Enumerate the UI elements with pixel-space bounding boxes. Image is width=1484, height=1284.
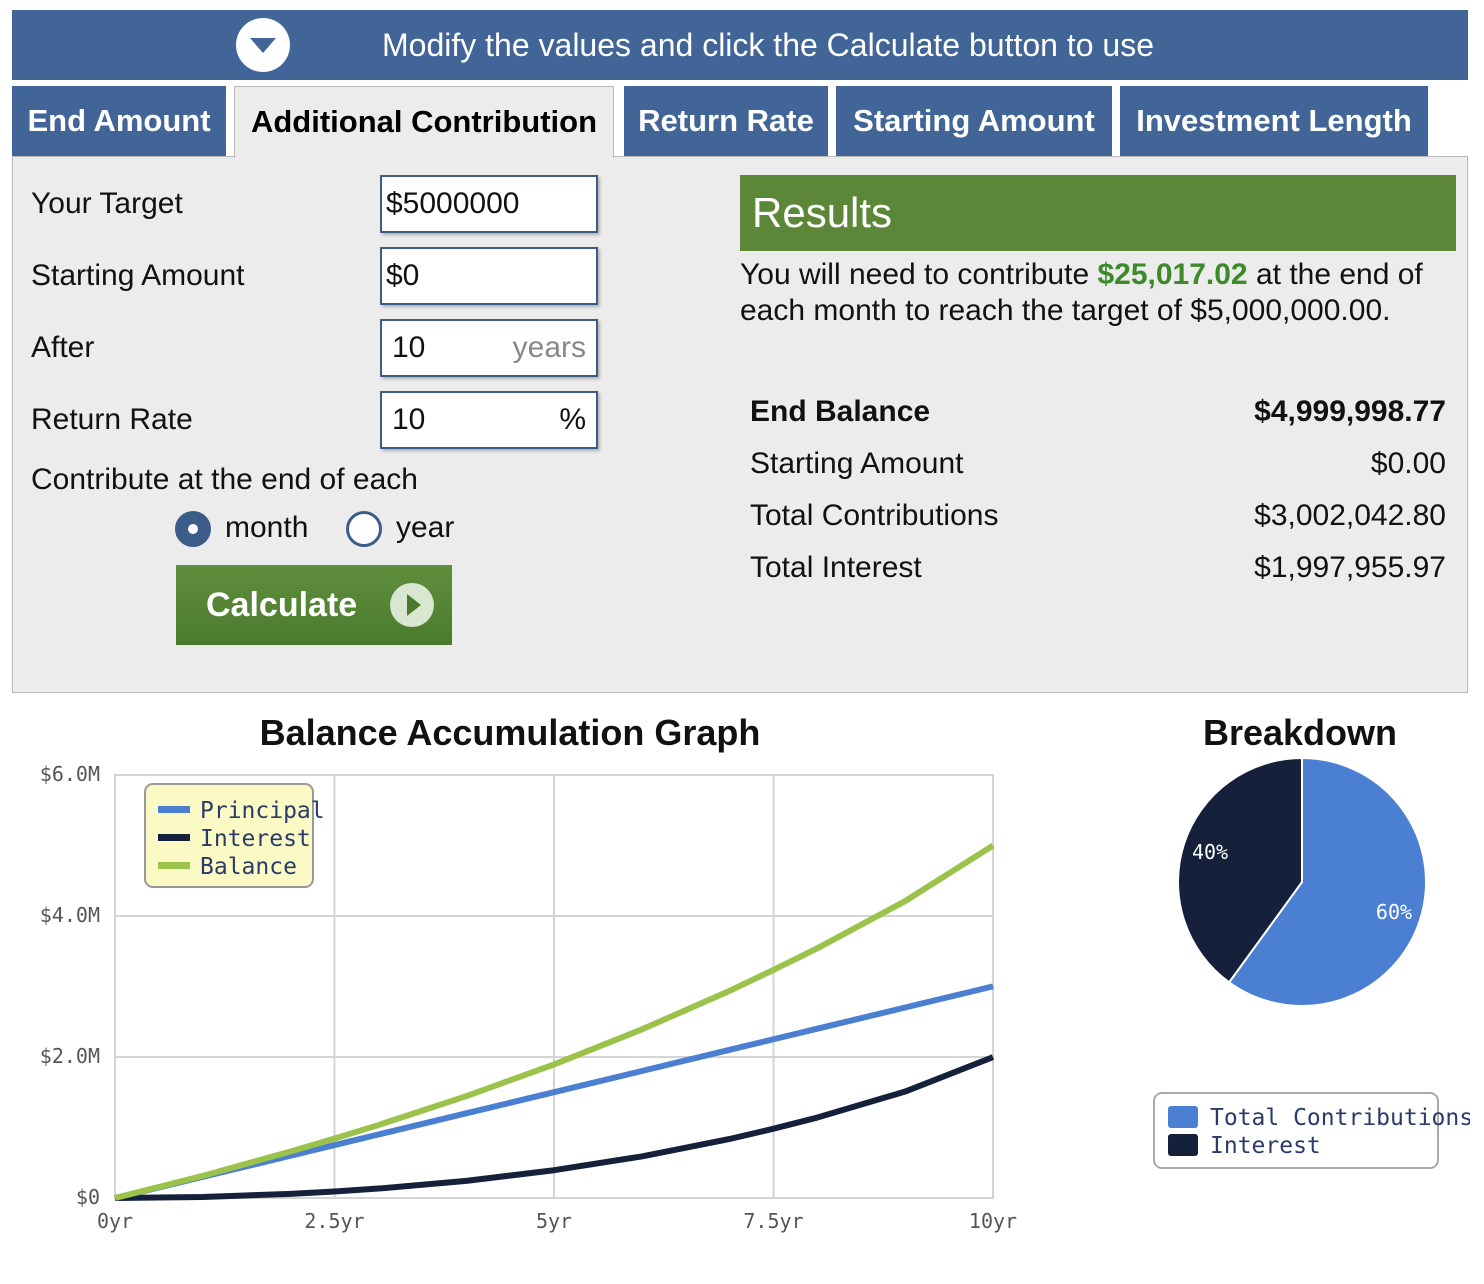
legend-swatch	[1168, 1106, 1198, 1128]
legend-swatch	[1168, 1134, 1198, 1156]
target-input[interactable]: $5000000	[380, 175, 598, 233]
after-label: After	[31, 331, 95, 364]
legend-label: Principal	[200, 798, 325, 824]
result-value: $4,999,998.77	[1254, 395, 1446, 428]
line-chart-legend: PrincipalInterestBalance	[144, 783, 325, 888]
instruction-banner: Modify the values and click the Calculat…	[12, 10, 1468, 80]
month-label: month	[225, 511, 309, 544]
legend-swatch	[158, 862, 190, 869]
pie-chart-legend: Total ContributionsInterest	[1153, 1092, 1470, 1169]
results-summary: You will need to contribute $25,017.02 a…	[740, 257, 1456, 329]
starting-amount-label: Starting Amount	[31, 259, 245, 292]
contribution-amount: $25,017.02	[1097, 258, 1248, 291]
result-value: $0.00	[1370, 447, 1446, 480]
result-label: Total Contributions	[750, 499, 999, 532]
starting-amount-input[interactable]: $0	[380, 247, 598, 305]
tab-investment-length[interactable]: Investment Length	[1120, 86, 1428, 156]
chevron-down-icon[interactable]	[236, 18, 290, 72]
result-label: Total Interest	[750, 551, 922, 584]
result-label: End Balance	[750, 395, 931, 428]
result-label: Starting Amount	[750, 447, 964, 480]
breakdown-pie-chart: 60% 40% Total ContributionsInterest	[1153, 756, 1470, 1169]
tab-starting-amount[interactable]: Starting Amount	[836, 86, 1112, 156]
pie-slice-label: 60%	[1376, 900, 1412, 924]
year-label: year	[396, 511, 455, 544]
percent-unit: %	[559, 403, 586, 436]
return-rate-value: 10	[392, 403, 426, 436]
y-tick-label: $0	[76, 1185, 100, 1209]
calculate-label: Calculate	[206, 586, 358, 624]
y-tick-label: $2.0M	[40, 1044, 100, 1068]
tab-return-rate[interactable]: Return Rate	[624, 86, 828, 156]
legend-label: Total Contributions	[1210, 1105, 1470, 1131]
tab-end-amount[interactable]: End Amount	[12, 86, 226, 156]
return-rate-input[interactable]: 10 %	[380, 391, 598, 449]
x-tick-label: 0yr	[97, 1209, 133, 1233]
result-value: $1,997,955.97	[1254, 551, 1446, 584]
calculator-panel: Your Target $5000000 Starting Amount $0 …	[12, 156, 1468, 693]
starting-amount-value: $0	[386, 259, 420, 292]
legend-label: Interest	[1210, 1133, 1321, 1159]
x-tick-label: 5yr	[536, 1209, 572, 1233]
tab-additional-contribution[interactable]: Additional Contribution	[234, 86, 614, 158]
after-input[interactable]: 10 years	[380, 319, 598, 377]
y-tick-label: $6.0M	[40, 762, 100, 786]
years-unit: years	[512, 331, 586, 364]
play-arrow-icon	[390, 583, 434, 627]
x-tick-label: 2.5yr	[304, 1209, 364, 1233]
calculate-button[interactable]: Calculate	[176, 565, 452, 645]
summary-prefix: You will need to contribute	[740, 258, 1098, 291]
target-value: $5000000	[386, 187, 520, 220]
x-tick-label: 7.5yr	[743, 1209, 803, 1233]
contribute-label: Contribute at the end of each	[31, 463, 418, 496]
legend-label: Balance	[200, 854, 297, 880]
pie-slice-label: 40%	[1192, 840, 1228, 864]
line-chart-title: Balance Accumulation Graph	[259, 712, 761, 753]
legend-swatch	[158, 834, 190, 841]
legend-label: Interest	[200, 826, 311, 852]
banner-text: Modify the values and click the Calculat…	[382, 27, 1154, 63]
result-value: $3,002,042.80	[1254, 499, 1446, 532]
return-rate-label: Return Rate	[31, 403, 193, 436]
target-label: Your Target	[31, 187, 183, 220]
year-radio[interactable]	[346, 511, 382, 547]
after-value: 10	[392, 331, 426, 364]
x-tick-label: 10yr	[969, 1209, 1017, 1233]
pie-chart-title: Breakdown	[1202, 712, 1398, 753]
month-radio[interactable]	[175, 511, 211, 547]
legend-swatch	[158, 806, 190, 813]
balance-accumulation-chart: 0yr 2.5yr 5yr 7.5yr 10yr $0 $2.0M $4.0M $6.0M Pri…	[40, 762, 1017, 1233]
y-tick-label: $4.0M	[40, 903, 100, 927]
results-title: Results	[740, 175, 1456, 251]
